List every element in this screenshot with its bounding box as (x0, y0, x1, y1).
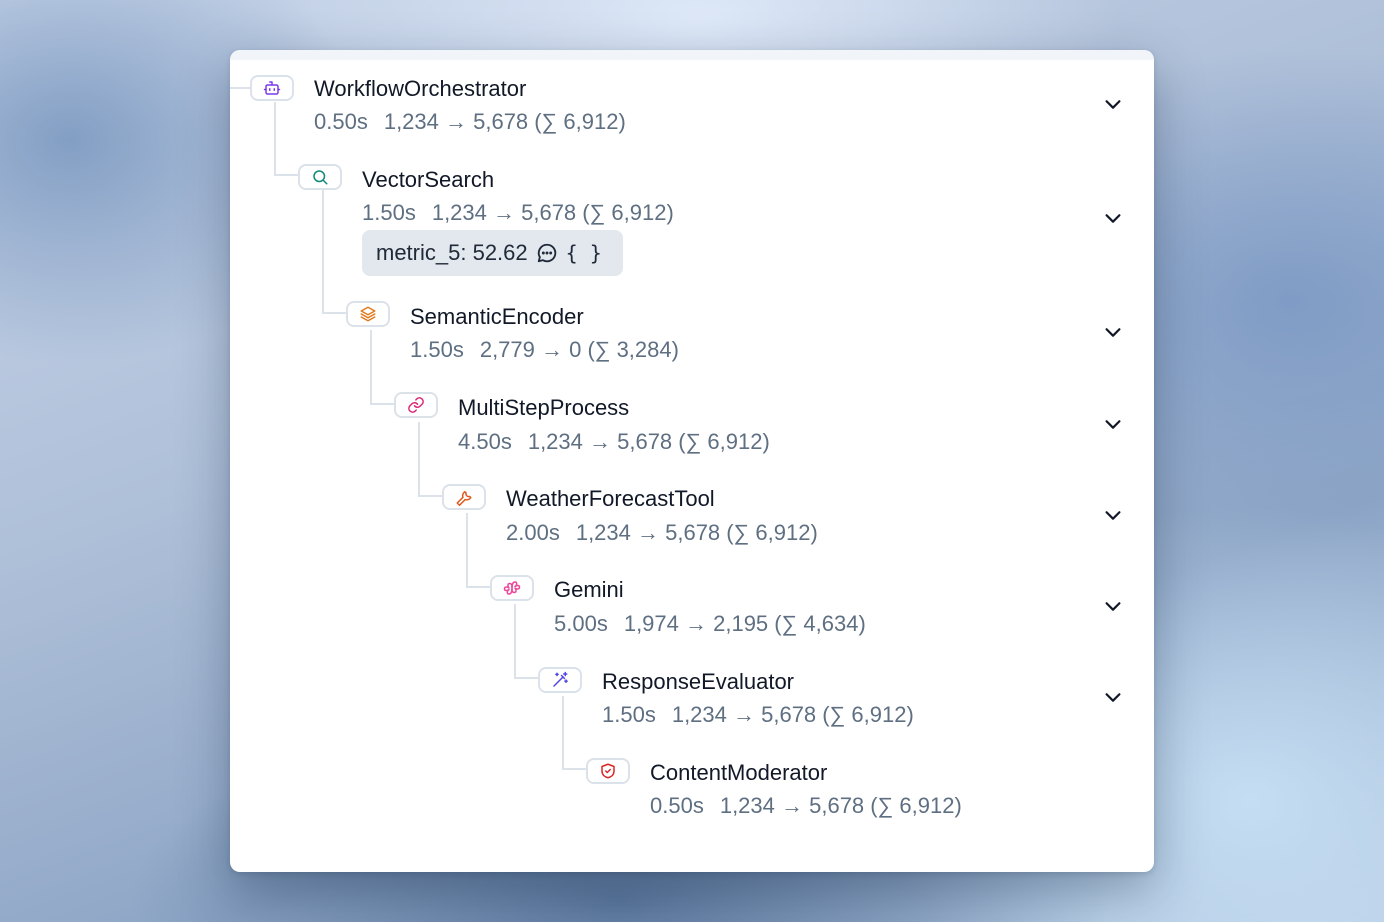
chevron-down-icon (1105, 100, 1121, 109)
node-duration: 1.50s (362, 200, 416, 225)
node-name: WorkflowOrchestrator (314, 76, 527, 101)
node-metrics: 1.50s 1,234 → 5,678 (∑ 6,912) (362, 200, 674, 226)
expand-chevron-button[interactable] (1102, 207, 1124, 229)
node-metrics: 0.50s 1,234 → 5,678 (∑ 6,912) (314, 109, 626, 135)
gemini-icon (503, 581, 521, 595)
expand-chevron-button[interactable] (1102, 686, 1124, 708)
magic-wand-icon-box (538, 667, 582, 693)
node-name: ContentModerator (650, 760, 828, 785)
node-metrics: 4.50s 1,234 → 5,678 (∑ 6,912) (458, 429, 770, 455)
connector-2 (322, 190, 346, 314)
expand-chevron-button[interactable] (1102, 504, 1124, 526)
comment-icon[interactable] (536, 242, 558, 264)
node-duration: 1.50s (410, 337, 464, 362)
expand-chevron-button[interactable] (1102, 595, 1124, 617)
node-name: VectorSearch (362, 167, 495, 192)
robot-icon-box (250, 75, 294, 101)
node-metrics: 0.50s 1,234 → 5,678 (∑ 6,912) (650, 793, 962, 819)
node-tokens: 1,234 → 5,678 (∑ 6,912) (431, 200, 674, 225)
node-metrics: 2.00s 1,234 → 5,678 (∑ 6,912) (506, 520, 818, 546)
magic-wand-icon (553, 671, 568, 687)
metric-text: metric_5: 52.62 (376, 240, 528, 265)
trace-tree-panel: WorkflowOrchestrator 0.50s 1,234 → 5,678 … (230, 50, 1154, 872)
node-tokens: 1,234 → 5,678 (∑ 6,912) (671, 702, 914, 727)
layers-icon-box (346, 301, 390, 327)
node-duration: 1.50s (602, 702, 656, 727)
shield-check-icon (601, 763, 615, 779)
connector-3 (370, 330, 394, 405)
layers-icon (360, 306, 376, 322)
chevron-down-icon (1105, 328, 1121, 337)
node-metrics: 1.50s 2,779 → 0 (∑ 3,284) (410, 337, 679, 363)
chevron-down-icon (1105, 214, 1121, 223)
chevron-down-icon (1105, 693, 1121, 702)
gemini-icon-box (490, 575, 534, 601)
connector-1 (274, 102, 298, 176)
node-tokens: 1,234 → 5,678 (∑ 6,912) (575, 520, 818, 545)
search-icon (313, 170, 328, 185)
chevron-down-icon (1105, 511, 1121, 520)
node-duration: 5.00s (554, 611, 608, 636)
connector-5 (466, 513, 490, 588)
node-tokens: 1,234 → 5,678 (∑ 6,912) (383, 109, 626, 134)
chevron-down-icon (1105, 602, 1121, 611)
braces-icon[interactable]: { } (566, 241, 602, 265)
node-tokens: 1,974 → 2,195 (∑ 4,634) (623, 611, 866, 636)
robot-icon (263, 81, 281, 95)
node-metrics: 5.00s 1,974 → 2,195 (∑ 4,634) (554, 611, 866, 637)
link-icon-box (394, 392, 438, 418)
wrench-icon (456, 491, 472, 506)
metric-badge[interactable]: metric_5: 52.62 { } (362, 230, 623, 276)
connector-6 (514, 604, 538, 679)
shield-check-icon-box (586, 758, 630, 784)
node-metrics: 1.50s 1,234 → 5,678 (∑ 6,912) (602, 702, 914, 728)
node-duration: 4.50s (458, 429, 512, 454)
node-name: SemanticEncoder (410, 304, 584, 329)
link-icon (408, 397, 424, 413)
expand-chevron-button[interactable] (1102, 93, 1124, 115)
node-tokens: 2,779 → 0 (∑ 3,284) (479, 337, 679, 362)
expand-chevron-button[interactable] (1102, 321, 1124, 343)
node-name: WeatherForecastTool (506, 486, 715, 511)
search-icon-box (298, 164, 342, 190)
node-name: ResponseEvaluator (602, 669, 795, 694)
node-duration: 2.00s (506, 520, 560, 545)
node-tokens: 1,234 → 5,678 (∑ 6,912) (719, 793, 962, 818)
node-duration: 0.50s (314, 109, 368, 134)
expand-chevron-button[interactable] (1102, 413, 1124, 435)
connector-7 (562, 696, 586, 770)
connector-4 (418, 422, 442, 497)
node-name: Gemini (554, 577, 624, 602)
chevron-down-icon (1105, 420, 1121, 429)
node-name: MultiStepProcess (458, 395, 630, 420)
wrench-icon-box (442, 484, 486, 510)
node-duration: 0.50s (650, 793, 704, 818)
node-tokens: 1,234 → 5,678 (∑ 6,912) (527, 429, 770, 454)
